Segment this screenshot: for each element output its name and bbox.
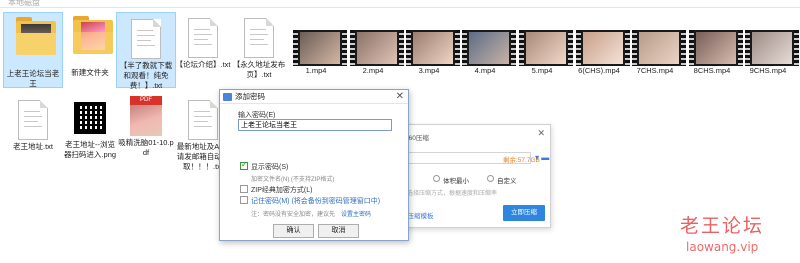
pdf-file-icon: PDF — [130, 96, 162, 136]
video-frame — [300, 32, 340, 64]
file-item-txt[interactable]: 老王地址.txt — [3, 94, 63, 164]
dialog-titlebar: 添加密码 ✕ — [220, 90, 408, 104]
qr-code-icon — [74, 102, 106, 134]
video-thumbnail[interactable] — [632, 30, 686, 66]
show-password-checkbox[interactable] — [240, 160, 248, 170]
video-thumbnail[interactable] — [462, 30, 516, 66]
close-icon[interactable]: ✕ — [537, 128, 545, 139]
video-frame — [469, 32, 509, 64]
start-compress-button[interactable]: 立即压缩 — [503, 205, 545, 221]
folder-icon — [73, 16, 113, 66]
video-frame — [413, 32, 453, 64]
file-name[interactable]: 7CHS.mp4 — [623, 66, 687, 75]
set-master-password-link[interactable]: 设置主密码 — [341, 209, 371, 218]
file-name: 【永久地址发布页】.txt — [232, 60, 286, 79]
encrypt-names-note: 加密文件名(N) (不支持ZIP格式) — [251, 177, 335, 183]
compression-panel: - 360压缩 ✕ 剩余:57.7GB ▾ ▬ 快 体积最小 自定义 请选择压缩… — [398, 124, 551, 228]
file-item-new-folder[interactable]: 新建文件夹 — [60, 12, 120, 88]
add-password-dialog: 添加密码 ✕ 输入密码(E) 显示密码(S) 加密文件名(N) (不支持ZIP格… — [219, 89, 409, 241]
folder-browse-icon[interactable]: ▾ ▬ — [535, 153, 549, 162]
close-icon[interactable]: ✕ — [396, 90, 404, 104]
file-name: 上老王论坛当老王 — [6, 69, 60, 88]
file-name: 老王地址--浏览器扫码进入.png — [63, 140, 117, 159]
compression-hint: 请选择压缩方式，根据速度和压缩率 — [401, 191, 498, 197]
lock-icon — [223, 93, 232, 101]
pdf-badge: PDF — [130, 96, 162, 105]
file-item-txt[interactable]: 【半了教就下载和观看！纯免费！】.txt — [116, 12, 176, 90]
radio-custom[interactable] — [487, 175, 494, 182]
video-frame — [752, 32, 792, 64]
text-file-icon — [188, 18, 218, 58]
text-file-icon — [244, 18, 274, 58]
video-thumbnail[interactable] — [745, 30, 799, 66]
video-frame — [357, 32, 397, 64]
video-frame — [696, 32, 736, 64]
file-name[interactable]: 5.mp4 — [510, 66, 574, 75]
video-thumbnail[interactable] — [293, 30, 347, 66]
file-name[interactable]: 2.mp4 — [341, 66, 405, 75]
file-name[interactable]: 6(CHS).mp4 — [567, 66, 631, 75]
file-name[interactable]: 4.mp4 — [453, 66, 517, 75]
watermark-url: laowang.vip — [686, 240, 759, 254]
show-password-label: 显示密码(S) — [251, 164, 289, 171]
remember-password-label: 记住密码(M) (将会备份到密码管理窗口中) — [251, 198, 381, 205]
video-thumbnail[interactable] — [576, 30, 630, 66]
file-name: 新建文件夹 — [71, 68, 109, 77]
password-input[interactable] — [238, 119, 392, 131]
watermark-title: 老王论坛 — [680, 215, 765, 237]
file-name[interactable]: 1.mp4 — [284, 66, 348, 75]
ok-button[interactable]: 确认 — [273, 224, 314, 238]
dialog-title: 添加密码 — [235, 92, 265, 101]
text-file-icon — [18, 100, 48, 140]
file-name: 吸精洗脑01-10.pdf — [118, 138, 174, 157]
cancel-button[interactable]: 取消 — [318, 224, 359, 238]
option-custom[interactable]: 自定义 — [497, 175, 517, 185]
file-name: 老王地址.txt — [12, 142, 53, 151]
file-name[interactable]: 3.mp4 — [397, 66, 461, 75]
radio-smallest[interactable] — [433, 175, 440, 182]
video-frame — [526, 32, 566, 64]
remember-password-checkbox[interactable] — [240, 196, 248, 204]
file-name[interactable]: 9CHS.mp4 — [736, 66, 800, 75]
file-item-png[interactable]: 老王地址--浏览器扫码进入.png — [60, 94, 120, 164]
video-thumbnail[interactable] — [350, 30, 404, 66]
breadcrumb[interactable]: 本地磁盘 — [8, 0, 40, 8]
text-file-icon — [131, 19, 161, 59]
folder-icon — [16, 17, 56, 67]
toolbar-strip: 本地磁盘 — [0, 0, 800, 8]
video-frame — [583, 32, 623, 64]
option-smallest[interactable]: 体积最小 — [443, 175, 469, 185]
zip-classic-label: ZIP经典加密方式(L) — [251, 187, 313, 194]
file-item-pdf[interactable]: PDF 吸精洗脑01-10.pdf — [116, 94, 176, 164]
video-thumbnail[interactable] — [689, 30, 743, 66]
security-warning: 注：密码没有安全加密，建议先 — [251, 212, 336, 218]
video-thumbnail[interactable] — [519, 30, 573, 66]
file-name[interactable]: 8CHS.mp4 — [680, 66, 744, 75]
file-name: 【论坛介绍】.txt — [175, 60, 231, 69]
video-frame — [639, 32, 679, 64]
file-name: 【半了教就下载和观看！纯免费！】.txt — [119, 61, 173, 90]
zip-classic-checkbox[interactable] — [240, 185, 248, 193]
video-thumbnail[interactable] — [406, 30, 460, 66]
file-item-folder-laowang[interactable]: 上老王论坛当老王 — [3, 12, 63, 88]
file-item-txt[interactable]: 【论坛介绍】.txt — [173, 12, 233, 88]
text-file-icon — [188, 100, 218, 140]
file-item-txt[interactable]: 【永久地址发布页】.txt — [229, 12, 289, 88]
